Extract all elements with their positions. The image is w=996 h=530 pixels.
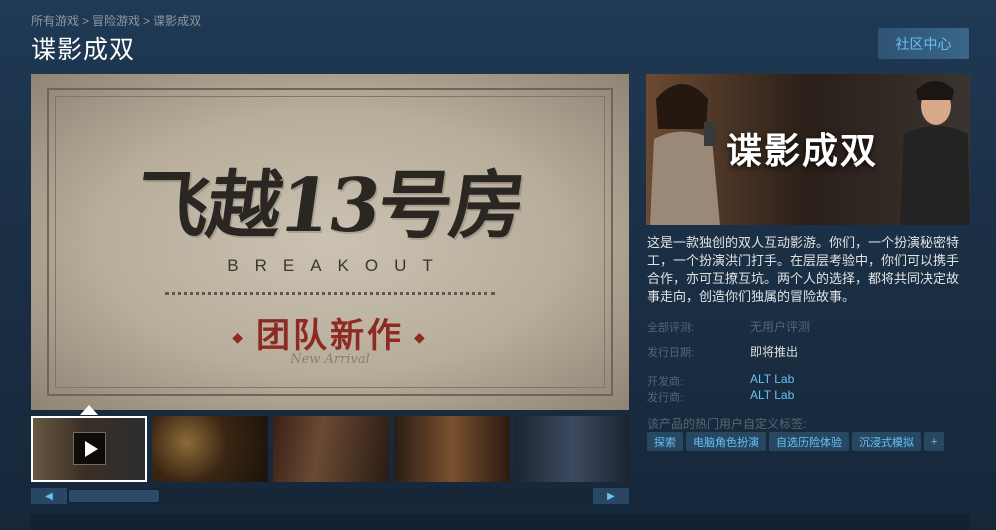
tag-rpg[interactable]: 电脑角色扮演 [686,432,766,451]
developer-label: 开发商: [647,376,684,388]
developer-link[interactable]: ALT Lab [750,372,794,386]
breadcrumb-link-adventure[interactable]: 冒险游戏 [92,14,140,28]
breadcrumb-separator: > [82,14,90,28]
thumbnail-strip [31,416,629,482]
team-new-work-text: ◆ 团队新作 ◆ [31,308,629,357]
thumbnail-image[interactable] [273,416,389,482]
breadcrumb-link-current[interactable]: 谍影成双 [153,14,201,28]
play-icon [73,432,106,465]
breadcrumb-separator: > [143,14,151,28]
bottom-divider [31,514,969,530]
thumbnail-image[interactable] [515,416,629,482]
page-title: 谍影成双 [31,35,136,64]
tags-list: 探索 电脑角色扮演 自选历险体验 沉浸式模拟 + [647,432,945,451]
signature-text: New Arrival [290,352,370,367]
game-logo-cn: 飞越13号房 [129,163,529,249]
add-tag-button[interactable]: + [924,432,945,451]
header-capsule-image: 谍影成双 [646,74,970,225]
capsule-title: 谍影成双 [726,130,879,172]
tag-explore[interactable]: 探索 [647,432,683,451]
scroll-left-button[interactable]: ◀ [31,488,67,504]
scrollbar-handle[interactable] [69,490,159,502]
thumbnail-image[interactable] [394,416,510,482]
release-date-label: 发行日期: [647,347,695,359]
community-hub-button[interactable]: 社区中心 [878,28,969,59]
subtitle-text: 团队新作 [256,316,404,356]
tags-title: 该产品的热门用户自定义标签: [647,417,807,431]
game-logo-en: BREAKOUT [227,256,449,275]
selected-thumb-pointer-icon [80,405,98,415]
reviews-value: 无用户评测 [750,320,811,334]
main-media-viewer[interactable]: 飞越13号房 BREAKOUT ◆ 团队新作 ◆ New Arrival [31,74,629,410]
reviews-label: 全部评测: [647,322,695,334]
diamond-ornament-icon: ◆ [232,330,246,346]
thumbnail-video[interactable] [31,416,147,482]
decorative-dotted-line [165,292,495,295]
release-date-value: 即将推出 [750,345,799,359]
scroll-right-button[interactable]: ▶ [593,488,629,504]
publisher-label: 发行商: [647,392,684,404]
breadcrumb-link-all-games[interactable]: 所有游戏 [31,14,79,28]
tag-choose-adventure[interactable]: 自选历险体验 [769,432,849,451]
breadcrumb: 所有游戏 > 冒险游戏 > 谍影成双 [31,12,201,29]
diamond-ornament-icon: ◆ [414,330,428,346]
thumbnail-scrollbar[interactable]: ◀ ▶ [31,488,629,504]
game-description: 这是一款独创的双人互动影游。你们，一个扮演秘密特工，一个扮演洪门打手。在层层考验… [647,235,960,304]
tag-immersive-sim[interactable]: 沉浸式模拟 [852,432,921,451]
thumbnail-image[interactable] [152,416,268,482]
publisher-link[interactable]: ALT Lab [750,388,794,402]
